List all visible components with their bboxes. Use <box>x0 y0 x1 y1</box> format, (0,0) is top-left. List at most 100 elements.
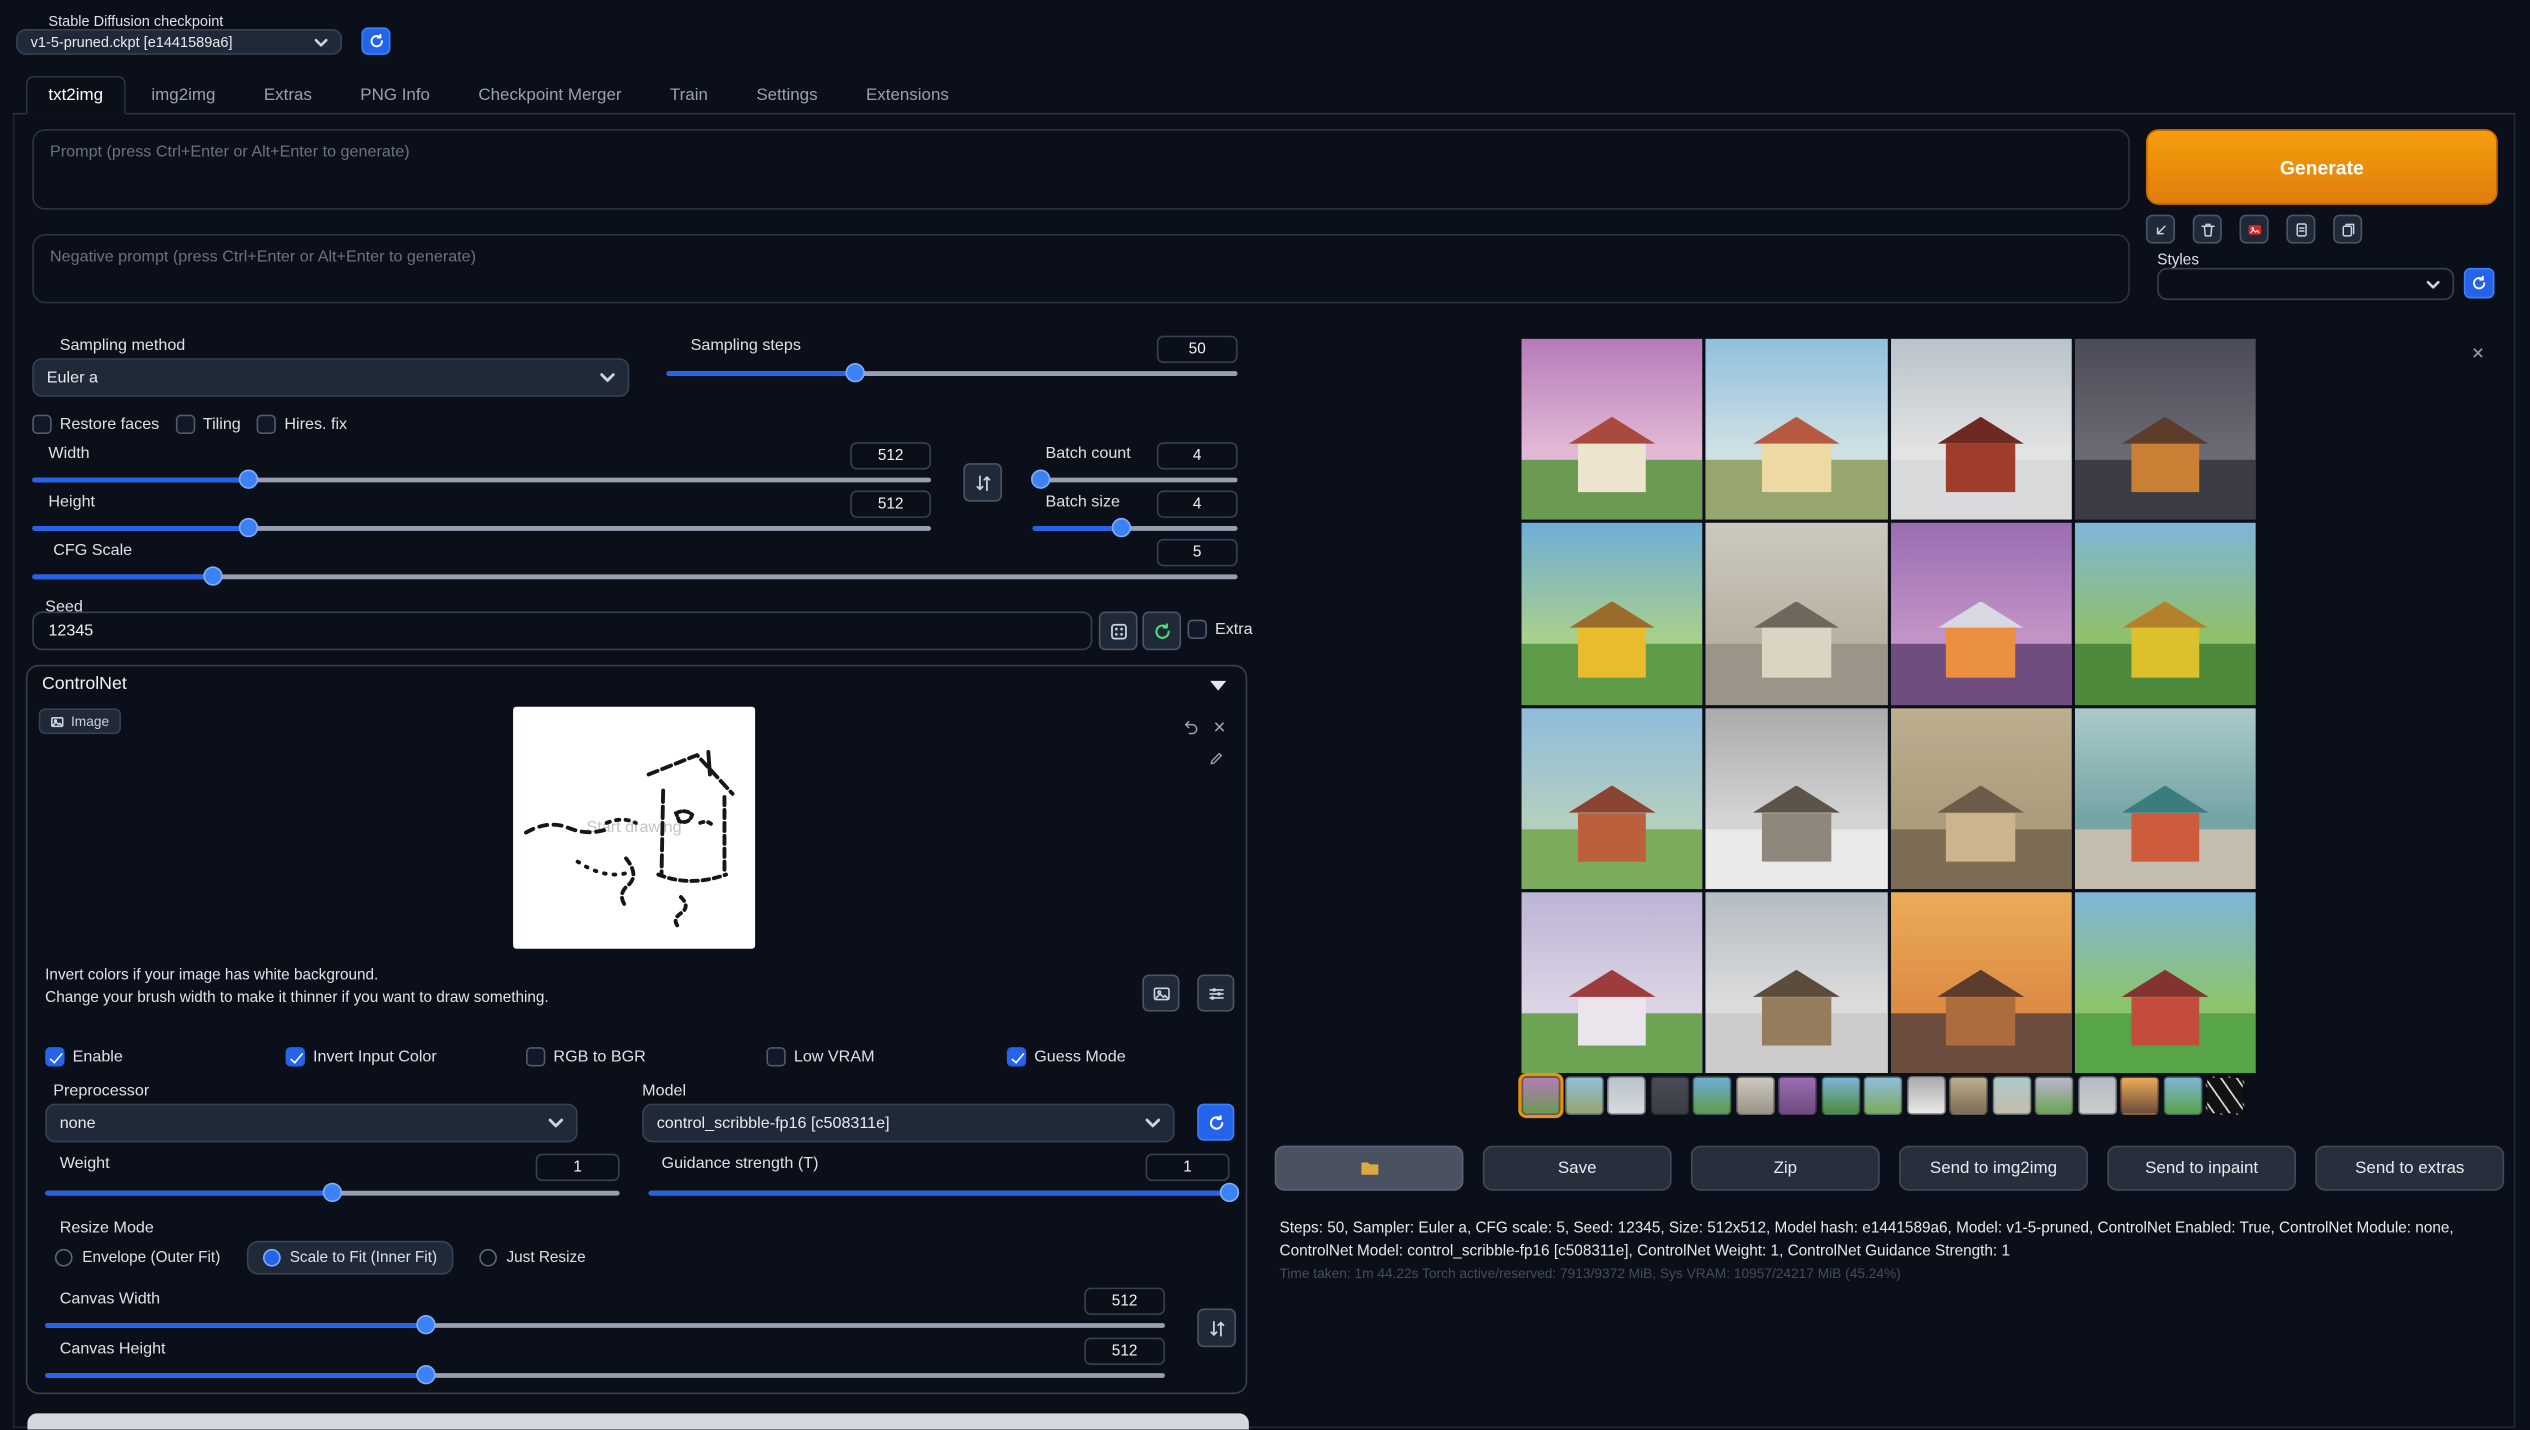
height-value[interactable]: 512 <box>850 491 931 518</box>
checkbox-box[interactable] <box>257 415 276 434</box>
gallery-thumbnail-16[interactable] <box>2163 1076 2202 1115</box>
slider-knob[interactable] <box>1031 470 1050 489</box>
canvas-pencil-icon[interactable] <box>1209 750 1225 766</box>
canvas-clear-icon[interactable]: × <box>1213 716 1225 737</box>
canvas-height-slider[interactable] <box>45 1365 1165 1384</box>
checkpoint-dropdown[interactable]: v1-5-pruned.ckpt [e1441589a6] <box>16 29 342 55</box>
save-button[interactable]: Save <box>1483 1146 1672 1191</box>
checkbox-box[interactable] <box>45 1047 64 1066</box>
controlnet-weight-value[interactable]: 1 <box>536 1154 620 1181</box>
checkbox-invert-input-color[interactable]: Invert Input Color <box>286 1047 526 1066</box>
gallery-image-11[interactable] <box>1890 708 2071 889</box>
checkbox-restore-faces[interactable]: Restore faces <box>32 415 159 434</box>
width-slider[interactable] <box>32 470 931 489</box>
preprocessor-dropdown[interactable]: none <box>45 1104 577 1143</box>
send-to-img2img-button[interactable]: Send to img2img <box>1899 1146 2088 1191</box>
checkbox-box[interactable] <box>32 415 51 434</box>
canvas-height-value[interactable]: 512 <box>1084 1338 1165 1365</box>
cfg-scale-value[interactable]: 5 <box>1157 539 1238 566</box>
gallery-image-10[interactable] <box>1706 708 1887 889</box>
paste-params-button[interactable] <box>2146 215 2175 244</box>
tab-extras[interactable]: Extras <box>241 76 334 115</box>
gallery-image-4[interactable] <box>2075 339 2256 520</box>
radio-dot[interactable] <box>55 1249 73 1267</box>
slider-knob[interactable] <box>845 363 864 382</box>
styles-dropdown[interactable] <box>2157 268 2454 300</box>
slider-knob[interactable] <box>1220 1183 1239 1202</box>
controlnet-model-refresh-button[interactable] <box>1197 1104 1234 1141</box>
checkbox-box[interactable] <box>1007 1047 1026 1066</box>
slider-knob[interactable] <box>238 518 257 537</box>
gallery-thumbnail-14[interactable] <box>2077 1076 2116 1115</box>
controlnet-collapse-caret[interactable] <box>1210 681 1226 691</box>
gallery-thumbnail-15[interactable] <box>2120 1076 2159 1115</box>
gallery-image-1[interactable] <box>1522 339 1703 520</box>
gallery-thumbnail-5[interactable] <box>1693 1076 1732 1115</box>
guidance-strength-value[interactable]: 1 <box>1146 1154 1230 1181</box>
sampling-steps-slider[interactable] <box>666 363 1237 382</box>
gallery-thumbnail-10[interactable] <box>1906 1076 1945 1115</box>
canvas-width-slider[interactable] <box>45 1315 1165 1334</box>
batch-size-value[interactable]: 4 <box>1157 491 1238 518</box>
batch-size-slider[interactable] <box>1033 518 1238 537</box>
checkbox-box[interactable] <box>286 1047 305 1066</box>
gallery-image-8[interactable] <box>2075 523 2256 704</box>
cfg-scale-slider[interactable] <box>32 566 1237 585</box>
controlnet-model-dropdown[interactable]: control_scribble-fp16 [c508311e] <box>642 1104 1174 1143</box>
generate-button[interactable]: Generate <box>2146 129 2498 205</box>
prompt-input[interactable] <box>32 129 2130 210</box>
slider-knob[interactable] <box>1111 518 1130 537</box>
gallery-thumbnail-13[interactable] <box>2035 1076 2074 1115</box>
gallery-image-13[interactable] <box>1522 892 1703 1073</box>
gallery-thumbnail-3[interactable] <box>1607 1076 1646 1115</box>
gallery-image-14[interactable] <box>1706 892 1887 1073</box>
checkbox-rgb-to-bgr[interactable]: RGB to BGR <box>526 1047 766 1066</box>
negative-prompt-input[interactable] <box>32 234 2130 303</box>
radio-envelope-outer-fit[interactable]: Envelope (Outer Fit) <box>39 1241 237 1275</box>
extra-networks-button[interactable] <box>2240 215 2269 244</box>
slider-knob[interactable] <box>416 1365 435 1384</box>
checkbox-box[interactable] <box>766 1047 785 1066</box>
gallery-image-5[interactable] <box>1522 523 1703 704</box>
brush-settings-button[interactable] <box>1197 975 1234 1012</box>
checkbox-tiling[interactable]: Tiling <box>175 415 240 434</box>
tab-settings[interactable]: Settings <box>734 76 840 115</box>
zip-button[interactable]: Zip <box>1691 1146 1880 1191</box>
script-section-strip[interactable] <box>27 1413 1248 1429</box>
batch-count-value[interactable]: 4 <box>1157 442 1238 469</box>
guidance-strength-slider[interactable] <box>649 1183 1230 1202</box>
apply-style-button[interactable] <box>2286 215 2315 244</box>
seed-input[interactable]: 12345 <box>32 612 1092 651</box>
checkbox-extra-seed[interactable]: Extra <box>1188 620 1253 639</box>
styles-refresh-button[interactable] <box>2464 268 2495 299</box>
open-image-button[interactable] <box>1142 975 1179 1012</box>
controlnet-drawing-canvas[interactable]: Start drawing <box>513 707 755 949</box>
height-slider[interactable] <box>32 518 931 537</box>
radio-dot[interactable] <box>262 1249 280 1267</box>
gallery-thumbnail-1[interactable] <box>1522 1076 1561 1115</box>
sampling-method-dropdown[interactable]: Euler a <box>32 358 629 397</box>
swap-canvas-dimensions-button[interactable] <box>1197 1309 1236 1348</box>
gallery-image-12[interactable] <box>2075 708 2256 889</box>
send-to-inpaint-button[interactable]: Send to inpaint <box>2107 1146 2296 1191</box>
slider-knob[interactable] <box>203 566 222 585</box>
radio-scale-to-fit-inner-fit[interactable]: Scale to Fit (Inner Fit) <box>246 1241 453 1275</box>
reuse-seed-button[interactable] <box>1142 612 1181 651</box>
tab-checkpoint-merger[interactable]: Checkpoint Merger <box>456 76 644 115</box>
checkbox-guess-mode[interactable]: Guess Mode <box>1007 1047 1247 1066</box>
gallery-thumbnail-6[interactable] <box>1735 1076 1774 1115</box>
gallery-thumbnail-11[interactable] <box>1949 1076 1988 1115</box>
gallery-thumbnail-2[interactable] <box>1564 1076 1603 1115</box>
checkbox-hires-fix[interactable]: Hires. fix <box>257 415 347 434</box>
gallery-thumbnail-8[interactable] <box>1821 1076 1860 1115</box>
gallery-image-7[interactable] <box>1890 523 2071 704</box>
gallery-close-icon[interactable]: × <box>2472 342 2484 363</box>
checkbox-enable[interactable]: Enable <box>45 1047 285 1066</box>
swap-dimensions-button[interactable] <box>963 463 1002 502</box>
random-seed-button[interactable] <box>1099 612 1138 651</box>
send-to-extras-button[interactable]: Send to extras <box>2315 1146 2504 1191</box>
slider-knob[interactable] <box>323 1183 342 1202</box>
gallery-image-3[interactable] <box>1890 339 2071 520</box>
gallery-image-2[interactable] <box>1706 339 1887 520</box>
gallery-thumbnail-9[interactable] <box>1864 1076 1903 1115</box>
